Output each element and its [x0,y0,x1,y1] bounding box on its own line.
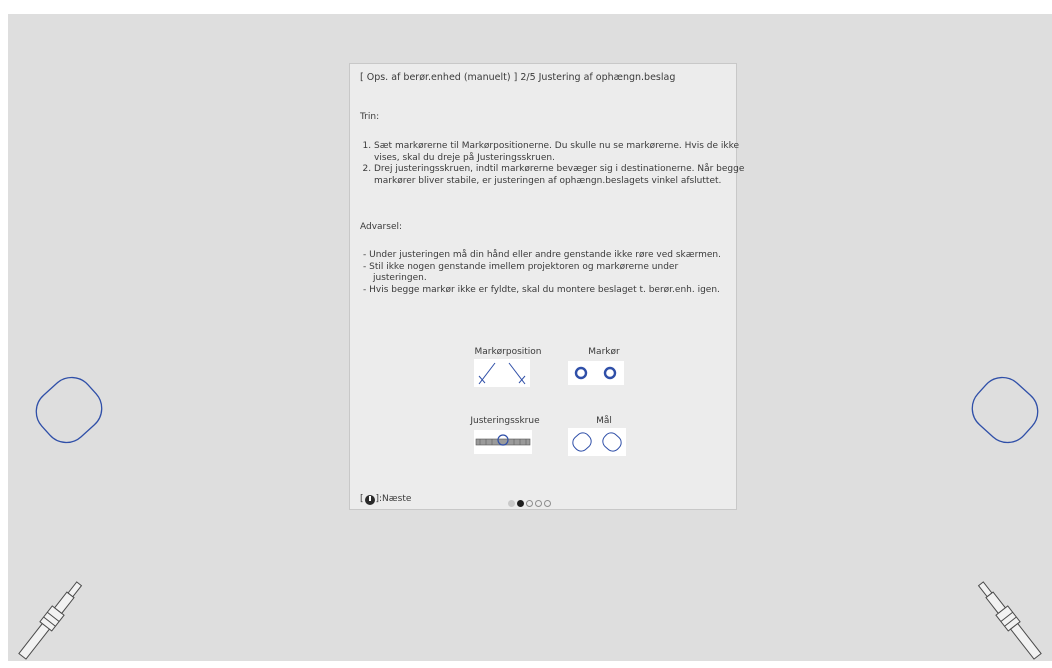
page-indicator [508,500,551,507]
legend-target-label: Mål [596,416,612,426]
warning-heading: Advarsel: [360,222,403,232]
page-dot-1 [508,500,515,507]
mounting-bracket-right-icon [977,581,1042,660]
steps-list: Sæt markørerne til Markørpositionerne. D… [352,141,746,187]
mounting-bracket-left-icon [18,581,83,660]
instruction-panel: [ Ops. af berør.enhed (manuelt) ] 2/5 Ju… [349,63,744,510]
marker-position-icon [474,359,530,387]
power-button-icon [364,494,375,505]
panel-title: [ Ops. af berør.enhed (manuelt) ] 2/5 Ju… [360,72,676,83]
legend-marker-position-label: Markørposition [474,347,542,357]
step-item: Sæt markørerne til Markørpositionerne. D… [374,141,746,164]
target-left-icon [35,376,103,444]
next-hint[interactable]: [ ]:Næste [360,494,411,506]
adjustment-screw-icon [474,430,532,454]
legend-marker-label: Markør [588,347,620,357]
step-item: Drej justeringsskruen, indtil markørerne… [374,164,746,187]
warning-item: Hvis begge markør ikke er fyldte, skal d… [363,285,723,297]
legend-adjustment-screw-label: Justeringsskrue [470,416,540,426]
page-dot-4 [535,500,542,507]
next-hint-label: ]:Næste [375,494,412,504]
next-hint-prefix: [ [360,494,364,504]
warning-item: Stil ikke nogen genstande imellem projek… [363,262,723,285]
steps-heading: Trin: [360,112,380,122]
page-dot-5 [544,500,551,507]
page-dot-3 [526,500,533,507]
page-dot-2 [517,500,524,507]
warnings-list: Under justeringen må din hånd eller andr… [363,250,723,296]
target-outline-icon [568,428,626,456]
marker-ring-icon [568,361,624,385]
target-right-icon [971,376,1039,444]
warning-item: Under justeringen må din hånd eller andr… [363,250,723,262]
